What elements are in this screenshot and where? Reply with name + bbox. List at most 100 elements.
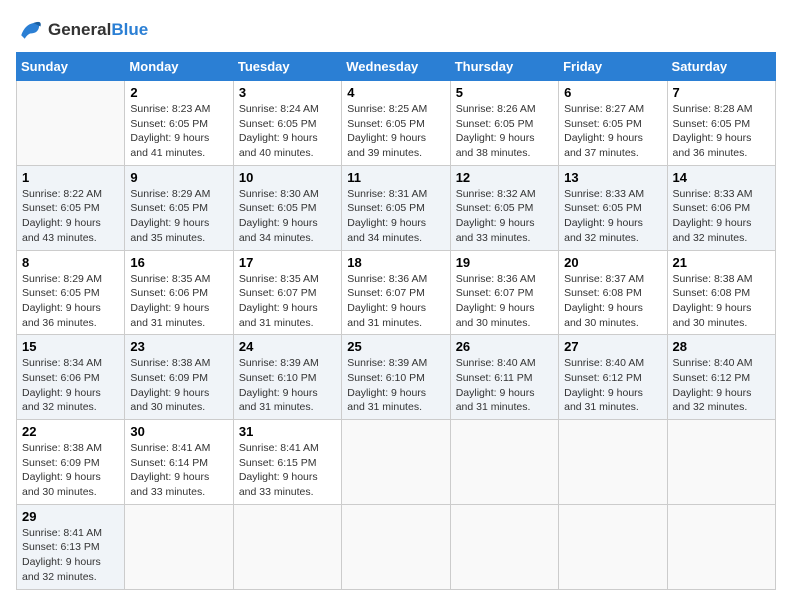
calendar-day-cell bbox=[559, 420, 667, 505]
calendar-day-cell: 9Sunrise: 8:29 AMSunset: 6:05 PMDaylight… bbox=[125, 165, 233, 250]
weekday-header: Wednesday bbox=[342, 53, 450, 81]
day-info: Sunrise: 8:40 AMSunset: 6:11 PMDaylight:… bbox=[456, 356, 553, 415]
day-number: 6 bbox=[564, 85, 661, 100]
day-info: Sunrise: 8:31 AMSunset: 6:05 PMDaylight:… bbox=[347, 187, 444, 246]
day-info: Sunrise: 8:32 AMSunset: 6:05 PMDaylight:… bbox=[456, 187, 553, 246]
day-info: Sunrise: 8:27 AMSunset: 6:05 PMDaylight:… bbox=[564, 102, 661, 161]
logo: GeneralBlue bbox=[16, 16, 148, 44]
calendar-day-cell bbox=[667, 504, 775, 589]
day-info: Sunrise: 8:30 AMSunset: 6:05 PMDaylight:… bbox=[239, 187, 336, 246]
day-number: 12 bbox=[456, 170, 553, 185]
calendar-day-cell: 14 Sunrise: 8:33 AMSunset: 6:06 PMDayligh… bbox=[667, 165, 775, 250]
calendar-day-cell: 13Sunrise: 8:33 AMSunset: 6:05 PMDayligh… bbox=[559, 165, 667, 250]
day-info: Sunrise: 8:40 AMSunset: 6:12 PMDaylight:… bbox=[564, 356, 661, 415]
calendar-day-cell: 21 Sunrise: 8:38 AMSunset: 6:08 PMDayligh… bbox=[667, 250, 775, 335]
day-info: Sunrise: 8:39 AMSunset: 6:10 PMDaylight:… bbox=[239, 356, 336, 415]
calendar-day-cell: 17Sunrise: 8:35 AMSunset: 6:07 PMDayligh… bbox=[233, 250, 341, 335]
day-number: 8 bbox=[22, 255, 119, 270]
day-info: Sunrise: 8:38 AMSunset: 6:09 PMDaylight:… bbox=[22, 441, 119, 500]
day-number: 2 bbox=[130, 85, 227, 100]
calendar-day-cell bbox=[450, 504, 558, 589]
calendar-day-cell: 29 Sunrise: 8:41 AMSunset: 6:13 PMDayligh… bbox=[17, 504, 125, 589]
calendar-day-cell bbox=[342, 504, 450, 589]
day-info: Sunrise: 8:33 AMSunset: 6:06 PMDaylight:… bbox=[673, 187, 770, 246]
day-number: 11 bbox=[347, 170, 444, 185]
day-number: 20 bbox=[564, 255, 661, 270]
day-info: Sunrise: 8:36 AMSunset: 6:07 PMDaylight:… bbox=[347, 272, 444, 331]
day-info: Sunrise: 8:29 AMSunset: 6:05 PMDaylight:… bbox=[22, 272, 119, 331]
calendar-day-cell: 10 Sunrise: 8:30 AMSunset: 6:05 PMDayligh… bbox=[233, 165, 341, 250]
calendar-day-cell bbox=[17, 81, 125, 166]
weekday-header: Sunday bbox=[17, 53, 125, 81]
day-number: 14 bbox=[673, 170, 770, 185]
calendar-week-row: 1 Sunrise: 8:22 AMSunset: 6:05 PMDaylight… bbox=[17, 165, 776, 250]
day-info: Sunrise: 8:22 AMSunset: 6:05 PMDaylight:… bbox=[22, 187, 119, 246]
weekday-header: Saturday bbox=[667, 53, 775, 81]
day-number: 22 bbox=[22, 424, 119, 439]
day-info: Sunrise: 8:35 AMSunset: 6:07 PMDaylight:… bbox=[239, 272, 336, 331]
day-info: Sunrise: 8:25 AMSunset: 6:05 PMDaylight:… bbox=[347, 102, 444, 161]
day-info: Sunrise: 8:24 AMSunset: 6:05 PMDaylight:… bbox=[239, 102, 336, 161]
day-info: Sunrise: 8:36 AMSunset: 6:07 PMDaylight:… bbox=[456, 272, 553, 331]
calendar-day-cell: 7Sunrise: 8:28 AMSunset: 6:05 PMDaylight… bbox=[667, 81, 775, 166]
calendar-table: SundayMondayTuesdayWednesdayThursdayFrid… bbox=[16, 52, 776, 590]
calendar-header-row: SundayMondayTuesdayWednesdayThursdayFrid… bbox=[17, 53, 776, 81]
day-info: Sunrise: 8:29 AMSunset: 6:05 PMDaylight:… bbox=[130, 187, 227, 246]
day-info: Sunrise: 8:41 AMSunset: 6:13 PMDaylight:… bbox=[22, 526, 119, 585]
weekday-header: Monday bbox=[125, 53, 233, 81]
calendar-day-cell: 15Sunrise: 8:34 AMSunset: 6:06 PMDayligh… bbox=[17, 335, 125, 420]
day-number: 26 bbox=[456, 339, 553, 354]
calendar-day-cell bbox=[667, 420, 775, 505]
day-info: Sunrise: 8:37 AMSunset: 6:08 PMDaylight:… bbox=[564, 272, 661, 331]
calendar-day-cell: 5Sunrise: 8:26 AMSunset: 6:05 PMDaylight… bbox=[450, 81, 558, 166]
day-info: Sunrise: 8:38 AMSunset: 6:08 PMDaylight:… bbox=[673, 272, 770, 331]
calendar-day-cell bbox=[450, 420, 558, 505]
calendar-day-cell: 8 Sunrise: 8:29 AMSunset: 6:05 PMDaylight… bbox=[17, 250, 125, 335]
day-number: 4 bbox=[347, 85, 444, 100]
calendar-week-row: 22 Sunrise: 8:38 AMSunset: 6:09 PMDayligh… bbox=[17, 420, 776, 505]
calendar-day-cell: 24Sunrise: 8:39 AMSunset: 6:10 PMDayligh… bbox=[233, 335, 341, 420]
page-header: GeneralBlue bbox=[16, 16, 776, 44]
day-number: 19 bbox=[456, 255, 553, 270]
calendar-day-cell bbox=[125, 504, 233, 589]
weekday-header: Friday bbox=[559, 53, 667, 81]
day-number: 1 bbox=[22, 170, 119, 185]
day-number: 18 bbox=[347, 255, 444, 270]
day-number: 16 bbox=[130, 255, 227, 270]
day-number: 21 bbox=[673, 255, 770, 270]
calendar-day-cell: 11 Sunrise: 8:31 AMSunset: 6:05 PMDayligh… bbox=[342, 165, 450, 250]
day-info: Sunrise: 8:33 AMSunset: 6:05 PMDaylight:… bbox=[564, 187, 661, 246]
day-number: 25 bbox=[347, 339, 444, 354]
day-number: 10 bbox=[239, 170, 336, 185]
day-number: 23 bbox=[130, 339, 227, 354]
day-info: Sunrise: 8:41 AMSunset: 6:15 PMDaylight:… bbox=[239, 441, 336, 500]
day-number: 30 bbox=[130, 424, 227, 439]
calendar-week-row: 2 Sunrise: 8:23 AMSunset: 6:05 PMDaylight… bbox=[17, 81, 776, 166]
day-info: Sunrise: 8:23 AMSunset: 6:05 PMDaylight:… bbox=[130, 102, 227, 161]
calendar-day-cell: 30Sunrise: 8:41 AMSunset: 6:14 PMDayligh… bbox=[125, 420, 233, 505]
calendar-day-cell: 12 Sunrise: 8:32 AMSunset: 6:05 PMDayligh… bbox=[450, 165, 558, 250]
calendar-day-cell: 25 Sunrise: 8:39 AMSunset: 6:10 PMDayligh… bbox=[342, 335, 450, 420]
logo-text: GeneralBlue bbox=[48, 20, 148, 40]
calendar-day-cell bbox=[559, 504, 667, 589]
calendar-day-cell: 28Sunrise: 8:40 AMSunset: 6:12 PMDayligh… bbox=[667, 335, 775, 420]
day-info: Sunrise: 8:39 AMSunset: 6:10 PMDaylight:… bbox=[347, 356, 444, 415]
calendar-day-cell: 3 Sunrise: 8:24 AMSunset: 6:05 PMDaylight… bbox=[233, 81, 341, 166]
day-info: Sunrise: 8:38 AMSunset: 6:09 PMDaylight:… bbox=[130, 356, 227, 415]
calendar-day-cell: 27Sunrise: 8:40 AMSunset: 6:12 PMDayligh… bbox=[559, 335, 667, 420]
calendar-day-cell: 23 Sunrise: 8:38 AMSunset: 6:09 PMDayligh… bbox=[125, 335, 233, 420]
calendar-day-cell: 16 Sunrise: 8:35 AMSunset: 6:06 PMDayligh… bbox=[125, 250, 233, 335]
calendar-week-row: 8 Sunrise: 8:29 AMSunset: 6:05 PMDaylight… bbox=[17, 250, 776, 335]
day-number: 3 bbox=[239, 85, 336, 100]
logo-icon bbox=[16, 16, 44, 44]
calendar-day-cell bbox=[342, 420, 450, 505]
calendar-day-cell: 22 Sunrise: 8:38 AMSunset: 6:09 PMDayligh… bbox=[17, 420, 125, 505]
day-number: 15 bbox=[22, 339, 119, 354]
day-info: Sunrise: 8:35 AMSunset: 6:06 PMDaylight:… bbox=[130, 272, 227, 331]
weekday-header: Tuesday bbox=[233, 53, 341, 81]
day-number: 29 bbox=[22, 509, 119, 524]
day-number: 31 bbox=[239, 424, 336, 439]
day-number: 5 bbox=[456, 85, 553, 100]
calendar-day-cell: 26 Sunrise: 8:40 AMSunset: 6:11 PMDayligh… bbox=[450, 335, 558, 420]
calendar-day-cell: 1 Sunrise: 8:22 AMSunset: 6:05 PMDaylight… bbox=[17, 165, 125, 250]
